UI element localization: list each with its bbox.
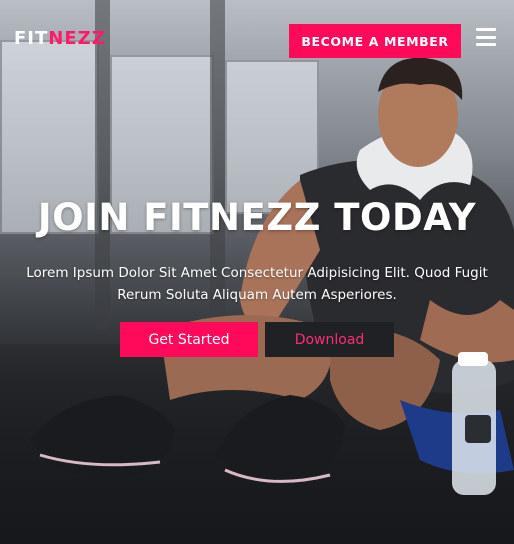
menu-bar [476, 35, 496, 39]
become-member-button[interactable]: BECOME A MEMBER [289, 24, 461, 58]
hamburger-menu-icon[interactable] [476, 28, 496, 46]
download-button[interactable]: Download [265, 322, 394, 357]
brand-logo[interactable]: FITNEZZ [14, 28, 106, 49]
hero-section: FITNEZZ BECOME A MEMBER JOIN FITNEZZ TOD… [0, 0, 514, 544]
hero-subtitle: Lorem Ipsum Dolor Sit Amet Consectetur A… [26, 265, 488, 303]
get-started-button[interactable]: Get Started [120, 322, 258, 357]
logo-text-primary: FIT [14, 28, 49, 49]
hero-title: JOIN FITNEZZ TODAY [37, 196, 477, 239]
menu-bar [476, 28, 496, 31]
logo-text-accent: NEZZ [48, 28, 106, 49]
menu-bar [476, 43, 496, 46]
